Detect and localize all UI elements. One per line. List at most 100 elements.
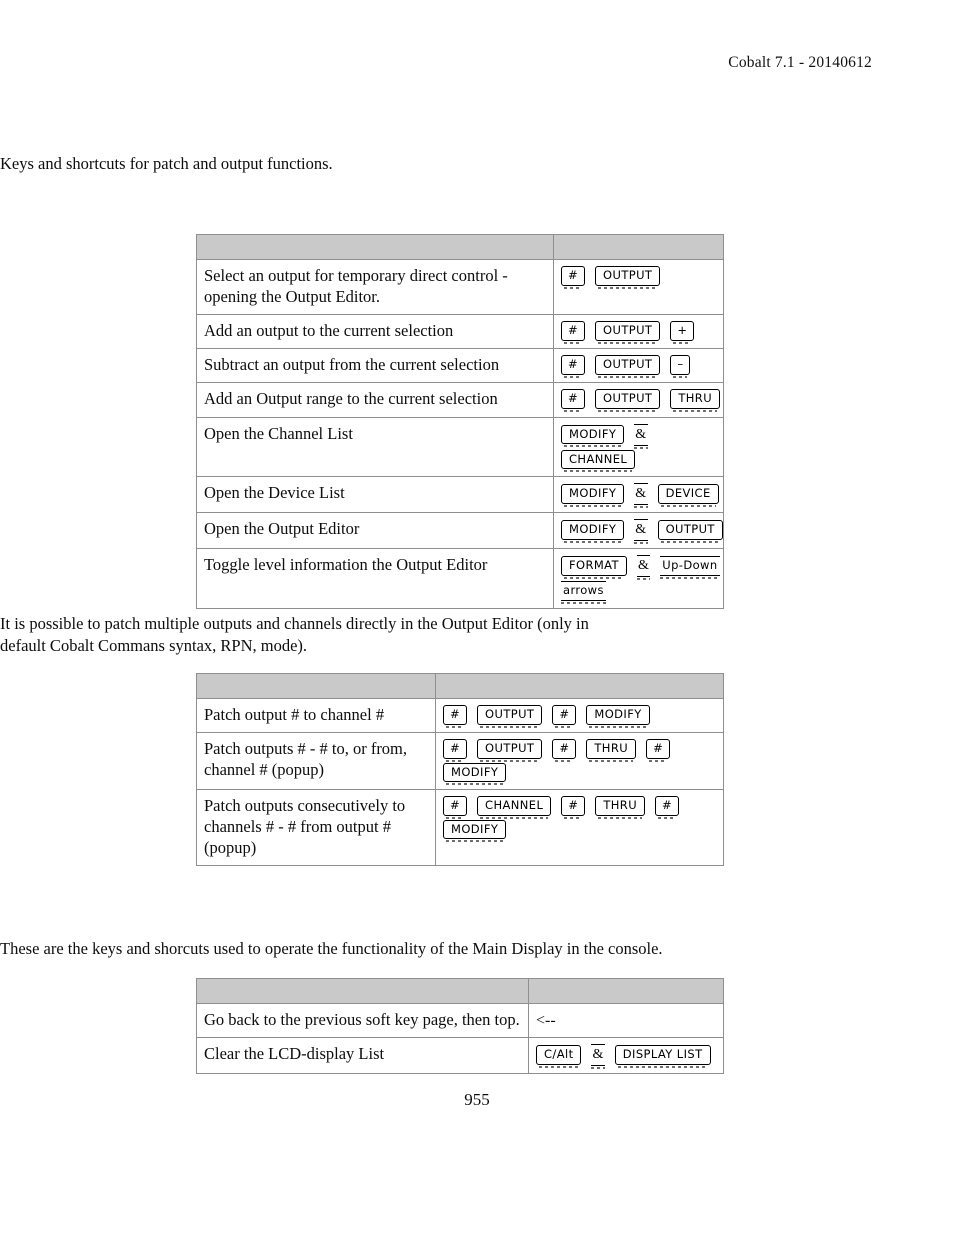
key-format: FORMAT bbox=[561, 556, 627, 579]
key-key: # bbox=[655, 796, 680, 819]
key-key: # bbox=[561, 796, 586, 819]
shortcut-keys: MODIFY & CHANNEL bbox=[553, 416, 724, 478]
key-thru: THRU bbox=[586, 739, 637, 762]
intro-paragraph-patch: Keys and shortcuts for patch and output … bbox=[0, 154, 333, 173]
key-and: & bbox=[636, 555, 651, 581]
key-arrows: arrows bbox=[561, 581, 606, 603]
table-row: Clear the LCD-display List C/Alt & DISPLAY … bbox=[196, 1037, 724, 1075]
shortcut-keys: # CHANNEL # THRU # MODIFY bbox=[435, 789, 724, 867]
key-output: OUTPUT bbox=[657, 520, 723, 543]
shortcut-description: Patch outputs consecutively to channels … bbox=[196, 789, 436, 867]
key-thru: THRU bbox=[595, 796, 646, 819]
table-row: Patch outputs consecutively to channels … bbox=[196, 789, 724, 867]
key-back-arrow-text: <-- bbox=[536, 1012, 556, 1029]
key-key: # bbox=[561, 389, 586, 412]
table-body: Go back to the previous soft key page, t… bbox=[196, 978, 724, 1075]
key-key: # bbox=[552, 739, 577, 762]
key-sequence-line: MODIFY bbox=[443, 819, 717, 842]
key-modify: MODIFY bbox=[561, 484, 625, 507]
key-and: & bbox=[634, 519, 648, 545]
key-key: # bbox=[443, 705, 468, 727]
shortcut-description: Add an output to the current selection bbox=[196, 314, 554, 350]
key-device: DEVICE bbox=[657, 484, 719, 507]
key-sequence-line: C/Alt & DISPLAY LIST bbox=[536, 1044, 717, 1070]
table-row: Open the Device List MODIFY & DEVICE bbox=[196, 476, 724, 514]
key-output: OUTPUT bbox=[595, 389, 661, 412]
table-main-display-shortcuts: Go back to the previous soft key page, t… bbox=[196, 978, 724, 1075]
key-sequence-line: MODIFY & OUTPUT bbox=[561, 519, 723, 545]
shortcut-keys: <-- bbox=[528, 1002, 724, 1039]
intro-paragraph-main-display: These are the keys and shorcuts used to … bbox=[0, 939, 663, 958]
table-row: Open the Output Editor MODIFY & OUTPUT bbox=[196, 512, 724, 550]
key-sequence-line: FORMAT & Up-Down bbox=[561, 555, 720, 581]
key-key: # bbox=[443, 739, 468, 762]
shortcut-keys: # OUTPUT THRU bbox=[553, 382, 724, 418]
key-key: + bbox=[670, 321, 695, 344]
table-header-cell-1 bbox=[196, 234, 554, 260]
table-body: Select an output for temporary direct co… bbox=[196, 234, 724, 609]
key-sequence-line: MODIFY bbox=[443, 762, 717, 785]
shortcut-description: Open the Device List bbox=[196, 476, 554, 514]
document-page: Cobalt 7.1 - 20140612 Keys and shortcuts… bbox=[0, 0, 954, 1235]
shortcut-keys: # OUTPUT bbox=[553, 258, 724, 316]
shortcut-description: Patch outputs # - # to, or from, channel… bbox=[196, 732, 436, 791]
table-row: Go back to the previous soft key page, t… bbox=[196, 1002, 724, 1039]
table-header-row bbox=[196, 234, 724, 260]
shortcut-keys: # OUTPUT – bbox=[553, 348, 724, 384]
key-channel: CHANNEL bbox=[561, 449, 636, 472]
shortcut-keys: FORMAT & Up-Down arrows bbox=[553, 548, 724, 609]
key-key: # bbox=[561, 355, 586, 378]
key-sequence-line: # OUTPUT – bbox=[561, 355, 717, 378]
shortcut-description: Patch output # to channel # bbox=[196, 697, 436, 734]
key-output: OUTPUT bbox=[595, 355, 661, 378]
table-multipatch-shortcuts: Patch output # to channel # # OUTPUT # MODIF… bbox=[196, 673, 724, 867]
key-sequence-line: arrows bbox=[561, 581, 717, 603]
key-up-down: Up-Down bbox=[660, 556, 720, 579]
table-row: Toggle level information the Output Edit… bbox=[196, 548, 724, 609]
table-body: Patch output # to channel # # OUTPUT # MODIF… bbox=[196, 673, 724, 867]
key-modify: MODIFY bbox=[443, 819, 507, 842]
key-sequence-line: # OUTPUT THRU bbox=[561, 389, 721, 412]
key-sequence-line: CHANNEL bbox=[561, 449, 717, 472]
key-output: OUTPUT bbox=[477, 705, 543, 727]
key-key: # bbox=[552, 705, 577, 727]
key-key: # bbox=[646, 739, 671, 762]
table-header-cell-2 bbox=[435, 673, 724, 699]
key-modify: MODIFY bbox=[561, 424, 625, 447]
shortcut-keys: # OUTPUT + bbox=[553, 314, 724, 350]
key-channel: CHANNEL bbox=[477, 796, 552, 819]
key-output: OUTPUT bbox=[477, 739, 543, 762]
shortcut-description: Open the Output Editor bbox=[196, 512, 554, 550]
table-header-cell-2 bbox=[528, 978, 724, 1004]
key-key: – bbox=[670, 355, 691, 378]
shortcut-description: Open the Channel List bbox=[196, 416, 554, 478]
page-number: 955 bbox=[464, 1090, 490, 1109]
key-key: # bbox=[561, 321, 586, 344]
key-key: # bbox=[561, 266, 586, 288]
key-sequence-line: # OUTPUT bbox=[561, 266, 717, 288]
shortcut-keys: MODIFY & OUTPUT bbox=[553, 512, 724, 550]
key-sequence-line: # OUTPUT + bbox=[561, 321, 717, 344]
table-row: Patch outputs # - # to, or from, channel… bbox=[196, 732, 724, 791]
table-header-cell-1 bbox=[196, 673, 436, 699]
key-modify: MODIFY bbox=[586, 705, 650, 727]
key-display-list: DISPLAY LIST bbox=[614, 1045, 711, 1068]
shortcut-description: Go back to the previous soft key page, t… bbox=[196, 1002, 529, 1039]
key-sequence-line: # OUTPUT # THRU # bbox=[443, 739, 717, 762]
shortcut-description: Subtract an output from the current sele… bbox=[196, 348, 554, 384]
table-row: Add an output to the current selection # O… bbox=[196, 314, 724, 350]
shortcut-keys: MODIFY & DEVICE bbox=[553, 476, 724, 514]
running-header: Cobalt 7.1 - 20140612 bbox=[728, 54, 872, 71]
key-modify: MODIFY bbox=[561, 520, 625, 543]
key-and: & bbox=[634, 483, 648, 509]
table-row: Patch output # to channel # # OUTPUT # MODIF… bbox=[196, 697, 724, 734]
table-header-cell-2 bbox=[553, 234, 724, 260]
shortcut-keys: C/Alt & DISPLAY LIST bbox=[528, 1037, 724, 1075]
key-sequence-line: MODIFY & DEVICE bbox=[561, 483, 719, 509]
key-output: OUTPUT bbox=[595, 321, 661, 344]
table-patch-output-shortcuts: Select an output for temporary direct co… bbox=[196, 234, 724, 609]
shortcut-description: Toggle level information the Output Edit… bbox=[196, 548, 554, 609]
table-header-cell-1 bbox=[196, 978, 529, 1004]
table-row: Select an output for temporary direct co… bbox=[196, 258, 724, 316]
key-modify: MODIFY bbox=[443, 762, 507, 785]
